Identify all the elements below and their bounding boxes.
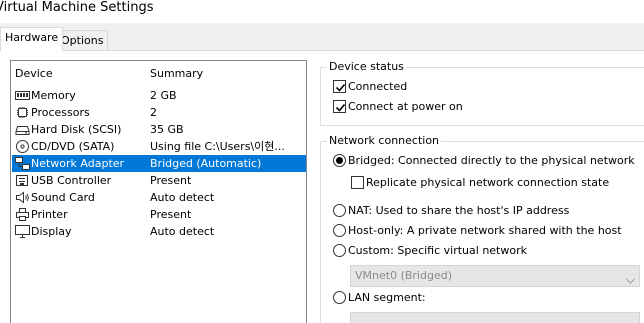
window-title: Virtual Machine Settings [0, 0, 644, 23]
usb-icon [15, 174, 30, 187]
device-summary: Present [150, 174, 192, 187]
device-row-printer[interactable]: Printer Present [12, 206, 306, 223]
bridged-label[interactable]: Bridged: Connected directly to the physi… [348, 153, 635, 168]
replicate-checkbox[interactable] [351, 176, 364, 189]
device-summary: 35 GB [150, 123, 184, 136]
lan-segment-radio[interactable] [333, 291, 346, 304]
column-header-summary[interactable]: Summary [150, 66, 203, 82]
device-name: Hard Disk (SCSI) [31, 123, 122, 136]
window-title-text: Virtual Machine Settings [0, 0, 154, 15]
device-name: Network Adapter [31, 157, 125, 170]
device-row-display[interactable]: Display Auto detect [12, 223, 306, 240]
device-name: USB Controller [31, 174, 112, 187]
display-icon [15, 225, 30, 238]
device-summary: Bridged (Automatic) [150, 157, 262, 170]
device-row-sound-card[interactable]: Sound Card Auto detect [12, 189, 306, 206]
custom-label[interactable]: Custom: Specific virtual network [348, 243, 527, 258]
device-name: Memory [31, 89, 76, 102]
tab-options[interactable]: Options [56, 30, 109, 51]
custom-radio[interactable] [333, 244, 346, 257]
group-border-left [320, 67, 321, 125]
group-border-bottom [320, 125, 644, 126]
memory-icon [15, 89, 30, 102]
device-list[interactable]: Device Summary Memory 2 GB Processors 2 … [10, 60, 307, 323]
printer-icon [15, 208, 30, 221]
device-name: Display [31, 225, 72, 238]
device-name: Processors [31, 106, 90, 119]
lan-segment-select[interactable] [350, 312, 640, 323]
sound-card-icon [15, 191, 30, 204]
tab-options-label: Options [61, 34, 104, 47]
tab-hardware[interactable]: Hardware [0, 27, 64, 51]
device-summary: Present [150, 208, 192, 221]
host-only-label[interactable]: Host-only: A private network shared with… [348, 223, 622, 238]
lan-segment-label[interactable]: LAN segment: [348, 290, 426, 305]
host-only-radio[interactable] [333, 224, 346, 237]
group-border-left [320, 141, 321, 323]
custom-network-select-value: VMnet0 (Bridged) [355, 269, 452, 282]
bridged-radio[interactable] [333, 154, 346, 167]
device-row-network-adapter[interactable]: Network Adapter Bridged (Automatic) [12, 155, 306, 172]
chevron-down-icon [626, 272, 635, 284]
connect-at-power-on-label[interactable]: Connect at power on [348, 99, 463, 114]
device-row-processors[interactable]: Processors 2 [12, 104, 306, 121]
processor-icon [15, 106, 30, 119]
device-row-usb-controller[interactable]: USB Controller Present [12, 172, 306, 189]
replicate-label[interactable]: Replicate physical network connection st… [366, 175, 609, 190]
tab-hardware-label: Hardware [5, 31, 59, 44]
device-name: Printer [31, 208, 68, 221]
column-header-device[interactable]: Device [15, 66, 53, 82]
network-connection-legend: Network connection [327, 134, 442, 148]
device-summary: Using file C:\Users\이현... [150, 140, 285, 153]
connect-at-power-on-checkbox[interactable] [333, 100, 346, 113]
device-summary: Auto detect [150, 225, 215, 238]
device-name: CD/DVD (SATA) [31, 140, 115, 153]
hard-disk-icon [15, 123, 30, 136]
device-summary: Auto detect [150, 191, 215, 204]
device-row-memory[interactable]: Memory 2 GB [12, 87, 306, 104]
device-summary: 2 GB [150, 89, 177, 102]
device-row-hard-disk[interactable]: Hard Disk (SCSI) 35 GB [12, 121, 306, 138]
nat-label[interactable]: NAT: Used to share the host's IP address [348, 203, 569, 218]
custom-network-select[interactable]: VMnet0 (Bridged) [350, 265, 640, 287]
connected-checkbox[interactable] [333, 80, 346, 93]
nat-radio[interactable] [333, 204, 346, 217]
device-status-legend: Device status [327, 60, 406, 74]
device-name: Sound Card [31, 191, 95, 204]
device-row-cd-dvd[interactable]: CD/DVD (SATA) Using file C:\Users\이현... [12, 138, 306, 155]
network-adapter-icon [15, 157, 30, 170]
cd-dvd-icon [15, 140, 30, 153]
device-summary: 2 [150, 106, 157, 119]
connected-label[interactable]: Connected [348, 79, 407, 94]
